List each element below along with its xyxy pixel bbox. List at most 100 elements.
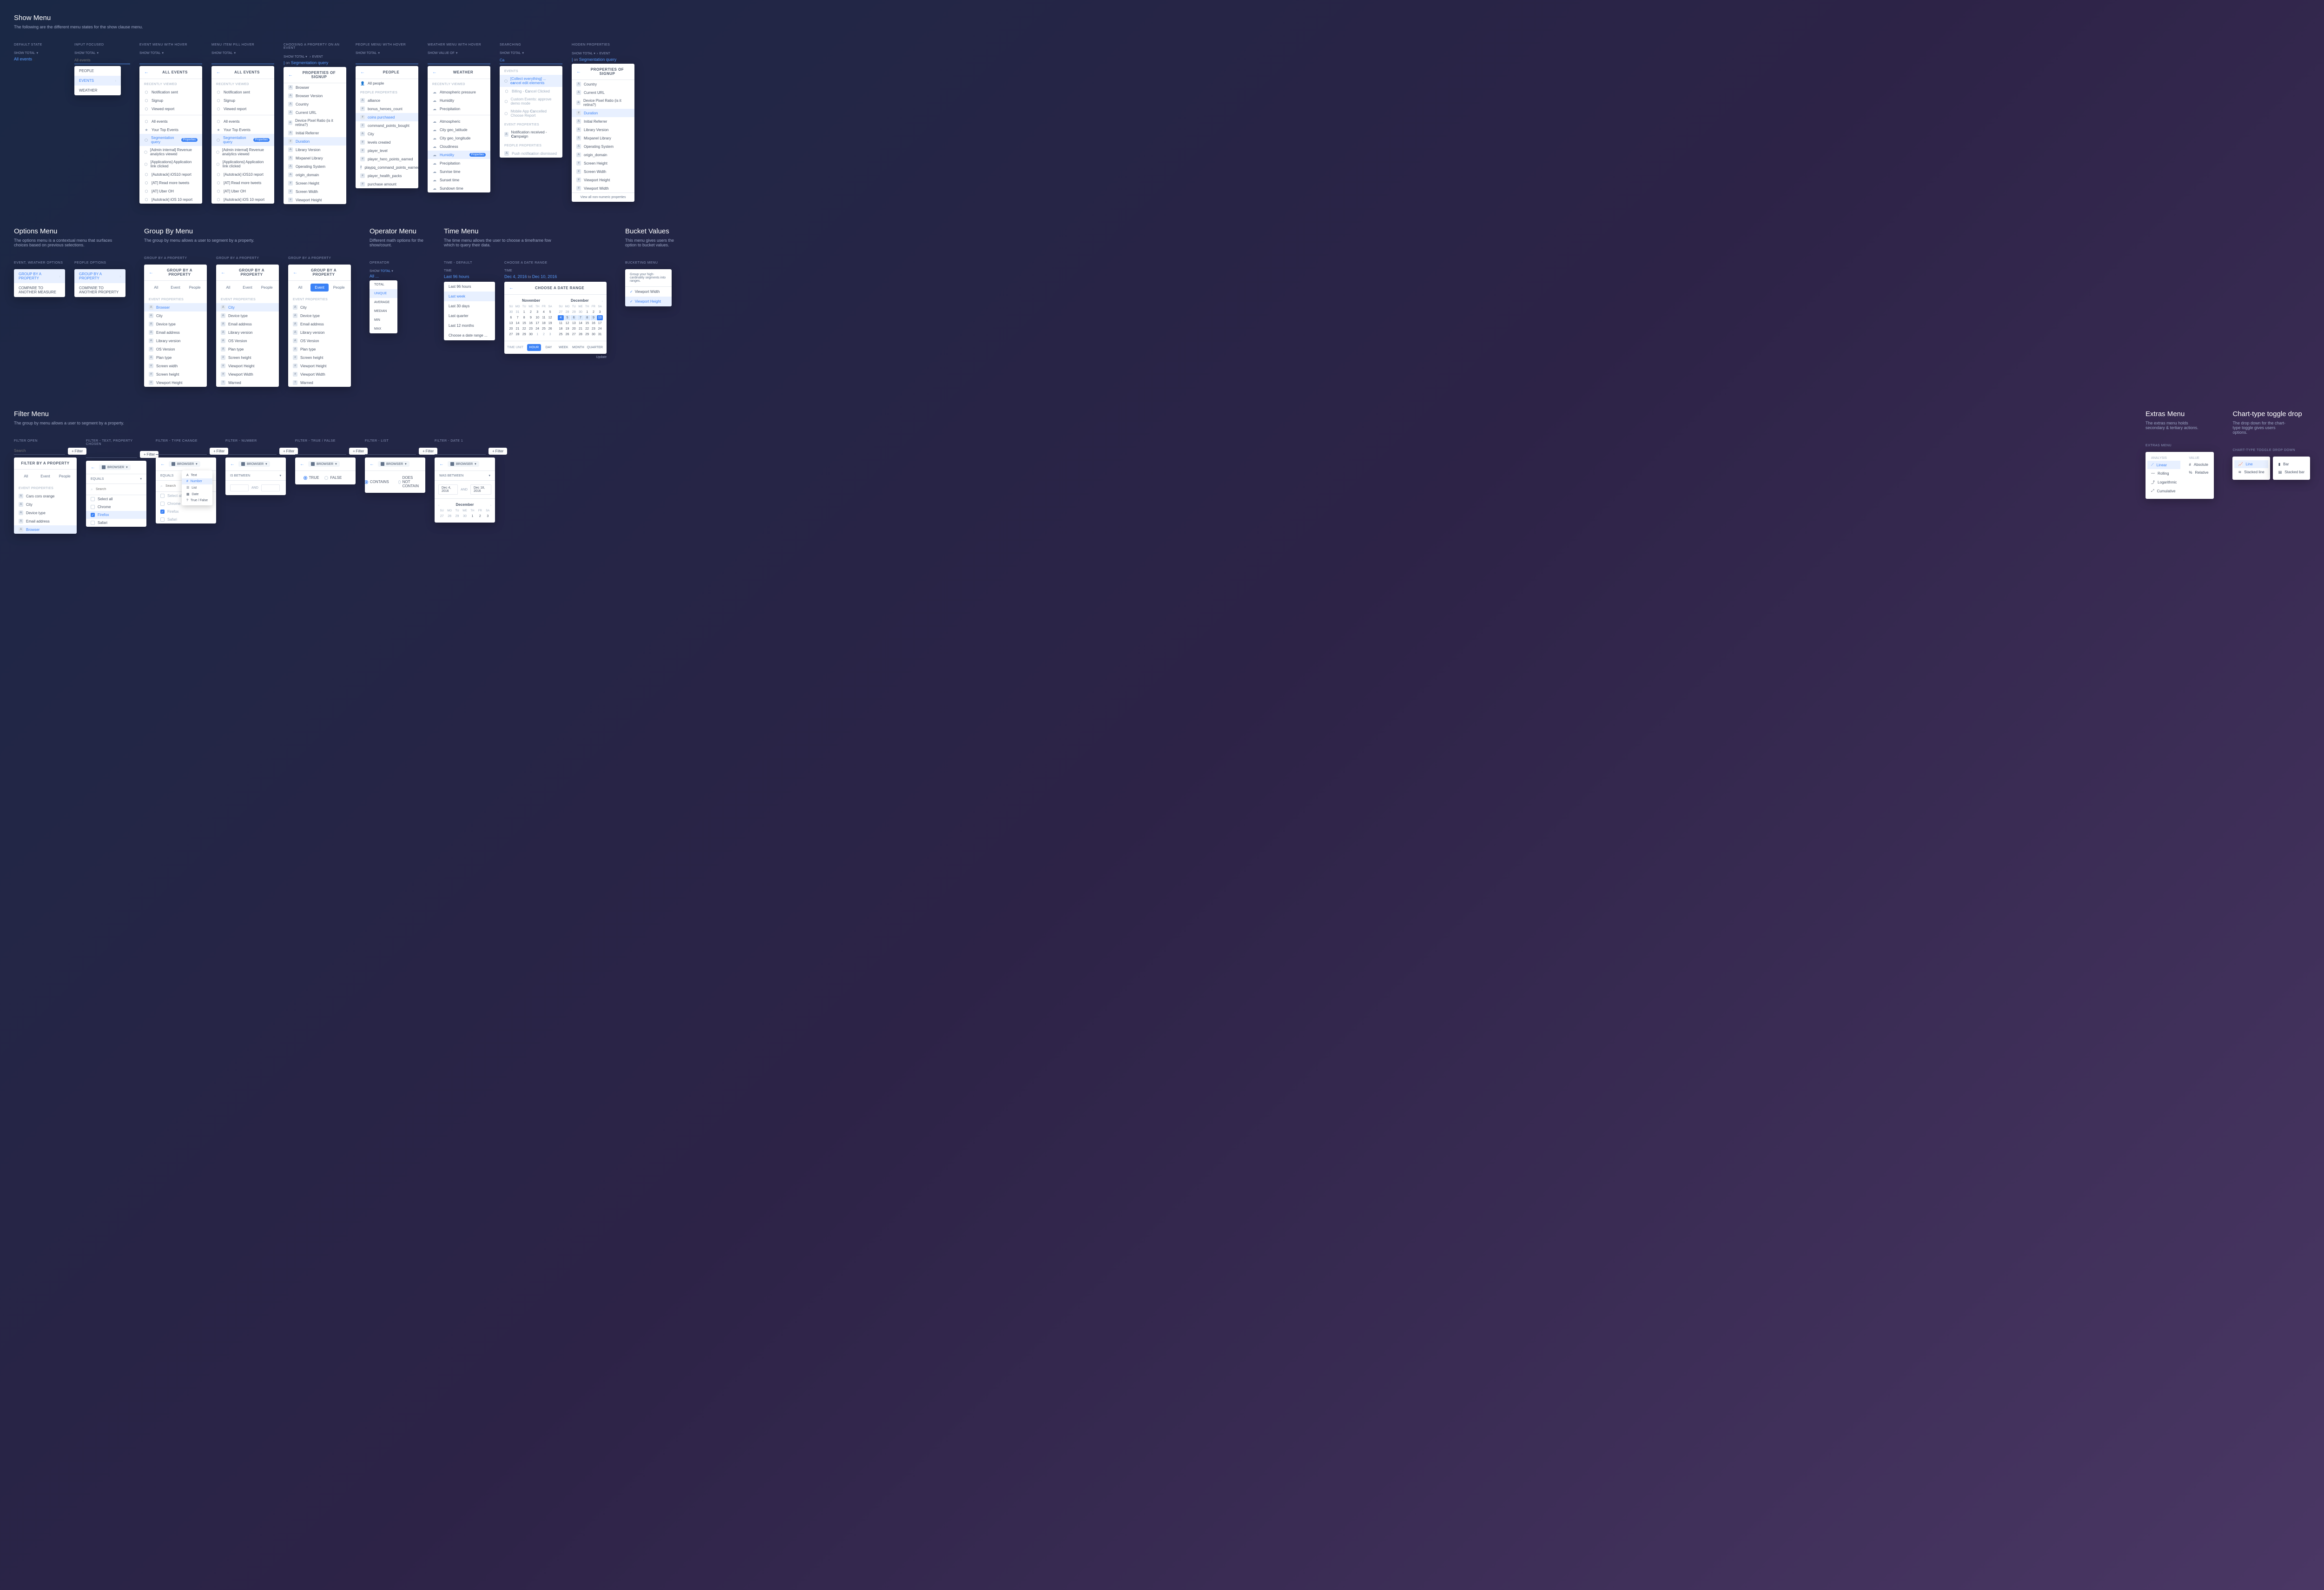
time-current[interactable]: Last 96 hours: [444, 274, 495, 279]
list-item[interactable]: AInitial Referrer: [572, 117, 634, 126]
list-item[interactable]: #levels created: [356, 138, 418, 146]
list-item[interactable]: ADevice type: [14, 509, 77, 517]
filter-search[interactable]: [14, 447, 65, 455]
list-item[interactable]: ADevice Pixel Ratio (is it retina?): [284, 117, 346, 129]
list-item[interactable]: #purchase amount: [356, 180, 418, 188]
list-item[interactable]: AMixpanel Library: [572, 134, 634, 142]
browser-pill[interactable]: BROWSER ▾: [169, 461, 200, 467]
list-item[interactable]: #coins purchased: [356, 113, 418, 121]
list-item[interactable]: #Screen height: [216, 353, 279, 362]
list-item[interactable]: ?Warned: [288, 378, 351, 387]
chart-stacked-line[interactable]: ≋Stacked line: [2234, 468, 2268, 476]
chart-bar[interactable]: ▮Bar: [2275, 460, 2308, 468]
list-item[interactable]: #Duration: [572, 109, 634, 117]
back-icon[interactable]: ←: [576, 69, 581, 74]
op-unique[interactable]: UNIQUE: [370, 289, 397, 298]
list-item[interactable]: ⬡[Applications] Application link clicked: [139, 158, 202, 170]
back-icon[interactable]: ←: [160, 462, 165, 467]
list-item[interactable]: #Duration: [284, 137, 346, 146]
list-item[interactable]: #Screen height: [144, 370, 207, 378]
date-from[interactable]: Dec 4, 2016: [438, 484, 458, 495]
list-item[interactable]: ☁Cloudiness: [428, 142, 490, 151]
contains-radio[interactable]: CONTAINS: [365, 476, 389, 488]
back-icon[interactable]: ←: [144, 70, 149, 75]
list-item[interactable]: ☁HumidityProperties: [428, 151, 490, 159]
date-to[interactable]: Dec 18, 2016: [470, 484, 491, 495]
list-item[interactable]: APlan type: [144, 353, 207, 362]
show-total-label[interactable]: SHOW TOTAL▾: [14, 51, 65, 55]
list-item[interactable]: ⬡[Applications] Application link clicked: [211, 158, 274, 170]
op-average[interactable]: AVERAGE: [370, 298, 397, 307]
bucket-option[interactable]: ✓Viewport Width: [625, 287, 672, 297]
back-icon[interactable]: ←: [230, 462, 235, 467]
list-item[interactable]: ☁Sunrise time: [428, 167, 490, 176]
list-item[interactable]: ACurrent URL: [572, 88, 634, 97]
to-input[interactable]: [261, 484, 280, 491]
list-item[interactable]: ABrowser Version: [284, 92, 346, 100]
list-item[interactable]: ⬡[AT] Read more tweets: [139, 179, 202, 187]
list-item[interactable]: ALibrary Version: [572, 126, 634, 134]
tab-event[interactable]: Event: [310, 284, 329, 292]
time-option[interactable]: Last week: [444, 292, 495, 301]
true-radio[interactable]: TRUE: [304, 476, 319, 480]
tab-people[interactable]: People: [55, 472, 74, 480]
list-item[interactable]: ⬡Notification sent: [211, 88, 274, 96]
analysis-cumulative[interactable]: ⤢Cumulative: [2147, 487, 2180, 495]
op-median[interactable]: MEDIAN: [370, 307, 397, 316]
list-item[interactable]: #Screen Width: [572, 167, 634, 176]
list-item[interactable]: ABrowser: [284, 83, 346, 92]
list-item[interactable]: ☁Atmospheric pressure: [428, 88, 490, 96]
next-month-icon[interactable]: ›: [602, 300, 603, 303]
browser-pill[interactable]: BROWSER ▾: [308, 461, 340, 467]
time-option[interactable]: Last 30 days: [444, 301, 495, 311]
people-option[interactable]: PEOPLE: [74, 66, 121, 76]
list-item[interactable]: ⬡Viewed report: [139, 105, 202, 113]
type-date[interactable]: ▦Date: [182, 491, 212, 497]
list-item[interactable]: #Viewport Height: [572, 176, 634, 184]
list-item[interactable]: #Viewport Width: [216, 370, 279, 378]
filter-value-search[interactable]: [96, 488, 142, 491]
list-item[interactable]: AOS Version: [288, 337, 351, 345]
list-item[interactable]: #Viewport Height: [288, 362, 351, 370]
tab-event[interactable]: Event: [238, 284, 257, 292]
unit-hour[interactable]: HOUR: [527, 344, 541, 351]
list-item[interactable]: ⬡Viewed report: [211, 105, 274, 113]
between-select[interactable]: IS BETWEEN▾: [225, 471, 286, 481]
op-total[interactable]: TOTAL: [370, 280, 397, 289]
list-item[interactable]: ⬡[Autotrack] iOS10 report: [211, 170, 274, 179]
list-item[interactable]: #bonus_heroes_count: [356, 105, 418, 113]
list-item[interactable]: ☁City geo_latitude: [428, 126, 490, 134]
search-input[interactable]: [139, 57, 202, 64]
list-item[interactable]: ABrowser: [144, 303, 207, 311]
list-item[interactable]: APlan type: [216, 345, 279, 353]
prev-month-icon[interactable]: ‹: [508, 300, 509, 303]
list-item[interactable]: ★Your Top Events: [211, 126, 274, 134]
list-item[interactable]: #player_hero_points_earned: [356, 155, 418, 163]
browser-option[interactable]: Safari: [86, 519, 146, 527]
list-item[interactable]: AMixpanel Library: [284, 154, 346, 162]
back-icon[interactable]: ←: [221, 270, 225, 275]
time-option[interactable]: Last 12 months: [444, 321, 495, 331]
list-item[interactable]: ⬡[Admin internal] Revenue analytics view…: [139, 146, 202, 158]
list-item[interactable]: ACity: [14, 500, 77, 509]
group-by-option[interactable]: GROUP BY A PROPERTY›: [74, 269, 125, 283]
browser-option[interactable]: Safari: [156, 516, 216, 523]
list-item[interactable]: ⬡All events: [211, 117, 274, 126]
all-events-link[interactable]: All events: [14, 57, 65, 61]
list-item[interactable]: ⬡Custom Events: approve demo mode: [500, 95, 562, 107]
list-item[interactable]: #Screen width: [144, 362, 207, 370]
events-input[interactable]: [74, 57, 130, 64]
day-selected-end[interactable]: 10: [597, 315, 603, 320]
op-min[interactable]: MIN: [370, 316, 397, 325]
list-item[interactable]: ?Warned: [216, 378, 279, 387]
back-icon[interactable]: ←: [432, 70, 437, 75]
equals-select[interactable]: EQUALS▾: [86, 474, 146, 484]
list-item[interactable]: ⬡[Autotrack] iOS 10 report: [139, 195, 202, 204]
list-item[interactable]: AEmail address: [288, 320, 351, 328]
filter-search[interactable]: [86, 450, 137, 458]
tab-all[interactable]: All: [219, 284, 238, 292]
tab-people[interactable]: People: [257, 284, 276, 292]
list-item[interactable]: ALibrary version: [288, 328, 351, 337]
list-item[interactable]: Aorigin_domain: [572, 151, 634, 159]
filter-search[interactable]: [156, 447, 207, 455]
